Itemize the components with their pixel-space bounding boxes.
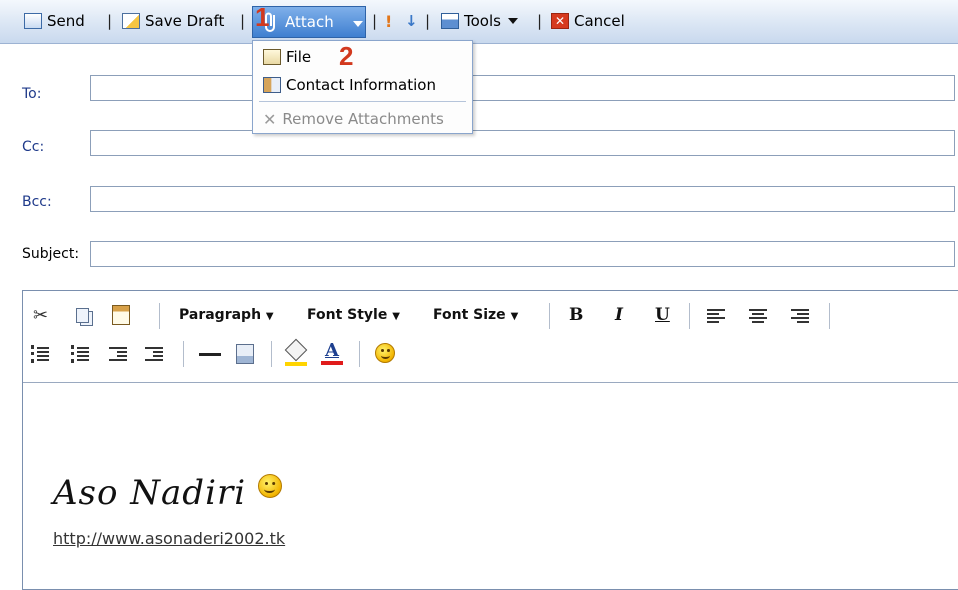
chevron-down-icon: ▼	[392, 311, 400, 322]
bold-button[interactable]: B	[569, 305, 583, 325]
menu-separator	[259, 101, 466, 102]
exclamation-icon: !	[385, 11, 393, 31]
send-button[interactable]: Send	[24, 10, 85, 32]
close-icon: ✕	[551, 13, 569, 29]
contact-card-icon	[263, 77, 281, 93]
emoticon-icon[interactable]	[375, 343, 395, 363]
toolbar-separator: |	[240, 12, 246, 30]
toolbar-divider	[549, 303, 550, 329]
copy-icon[interactable]	[73, 307, 91, 323]
attach-menu: File 2 Contact Information ✕ Remove Atta…	[252, 40, 473, 134]
chevron-down-icon	[353, 21, 363, 27]
x-icon: ✕	[263, 109, 277, 129]
toolbar-separator: |	[107, 12, 113, 30]
compose-toolbar: Send | Save Draft | Attach 1 | ! ↓ | Too…	[0, 0, 958, 44]
increase-indent-icon[interactable]	[145, 345, 163, 363]
horizontal-rule-icon[interactable]	[199, 353, 221, 356]
toolbar-separator: |	[372, 12, 378, 30]
to-field[interactable]	[90, 75, 955, 101]
bulleted-list-icon[interactable]	[71, 345, 89, 363]
toolbar-divider	[829, 303, 830, 329]
save-draft-label: Save Draft	[145, 12, 225, 30]
tools-label: Tools	[464, 12, 501, 30]
toolbar-divider	[271, 341, 272, 367]
cut-icon[interactable]: ✂	[33, 305, 48, 326]
chevron-down-icon: ▼	[265, 311, 274, 322]
bcc-label: Bcc:	[22, 194, 52, 210]
highlight-color-icon[interactable]	[284, 338, 308, 367]
menu-item-contact-information[interactable]: Contact Information	[263, 73, 436, 97]
send-label: Send	[47, 12, 85, 30]
step-number-2: 2	[339, 41, 354, 71]
subject-label: Subject:	[22, 246, 80, 262]
cc-field[interactable]	[90, 130, 955, 156]
font-color-icon[interactable]: A	[321, 339, 343, 367]
bcc-field[interactable]	[90, 186, 955, 212]
paragraph-dropdown[interactable]: Paragraph ▼	[179, 307, 274, 323]
toolbar-separator: |	[537, 12, 543, 30]
signature-name: Aso Nadiri	[53, 473, 282, 513]
attach-label: Attach	[285, 13, 334, 31]
high-importance-button[interactable]: !	[385, 10, 392, 32]
signature-link[interactable]: http://www.asonaderi2002.tk	[53, 529, 285, 548]
cancel-label: Cancel	[574, 12, 625, 30]
toolbar-divider	[689, 303, 690, 329]
tools-icon	[441, 13, 459, 29]
formatting-toolbar: ✂ Paragraph ▼ Font Style ▼ Font Size ▼ B…	[23, 291, 958, 383]
menu-item-file-label: File	[286, 48, 312, 66]
insert-image-icon[interactable]	[235, 343, 255, 365]
align-right-icon[interactable]	[791, 307, 809, 325]
menu-item-file[interactable]: File	[263, 45, 311, 69]
cc-label: Cc:	[22, 139, 45, 155]
italic-button[interactable]: I	[615, 305, 623, 325]
to-label: To:	[22, 86, 42, 102]
subject-field[interactable]	[90, 241, 955, 267]
step-number-1: 1	[255, 2, 270, 32]
chevron-down-icon: ▼	[510, 311, 519, 322]
smiley-icon	[257, 474, 282, 498]
menu-item-remove-label: Remove Attachments	[282, 110, 444, 128]
toolbar-divider	[183, 341, 184, 367]
underline-button[interactable]: U	[655, 305, 670, 325]
numbered-list-icon[interactable]	[31, 345, 49, 363]
menu-item-remove-attachments: ✕ Remove Attachments	[263, 107, 444, 131]
file-icon	[263, 49, 281, 65]
send-icon	[24, 13, 42, 29]
font-style-dropdown[interactable]: Font Style ▼	[307, 307, 400, 323]
cancel-button[interactable]: ✕ Cancel	[551, 10, 625, 32]
chevron-down-icon	[507, 18, 518, 24]
toolbar-divider	[359, 341, 360, 367]
save-draft-icon	[122, 13, 140, 29]
message-editor[interactable]: ✂ Paragraph ▼ Font Style ▼ Font Size ▼ B…	[22, 290, 958, 590]
toolbar-separator: |	[425, 12, 431, 30]
menu-item-contact-label: Contact Information	[286, 76, 436, 94]
align-center-icon[interactable]	[749, 307, 767, 325]
tools-button[interactable]: Tools	[441, 10, 518, 32]
decrease-indent-icon[interactable]	[109, 345, 127, 363]
save-draft-button[interactable]: Save Draft	[122, 10, 224, 32]
low-importance-button[interactable]: ↓	[405, 10, 418, 32]
toolbar-divider	[159, 303, 160, 329]
paste-icon[interactable]	[111, 305, 131, 325]
font-size-dropdown[interactable]: Font Size ▼	[433, 307, 518, 323]
arrow-down-icon: ↓	[405, 12, 418, 30]
align-left-icon[interactable]	[707, 307, 725, 325]
